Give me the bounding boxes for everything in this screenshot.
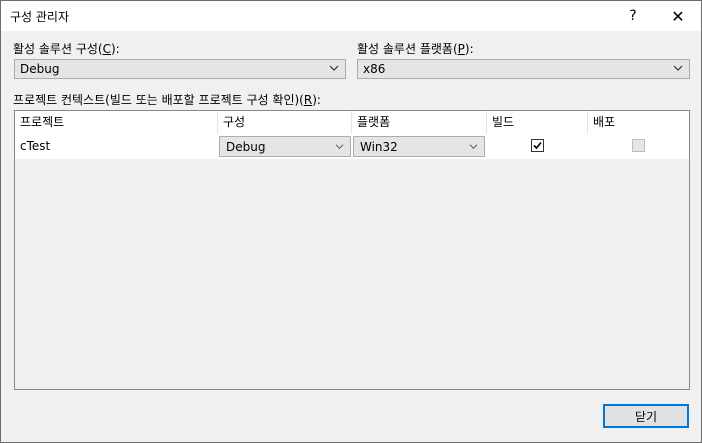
column-header-deploy[interactable]: 배포: [588, 111, 689, 134]
solution-platform-dropdown[interactable]: x86: [357, 59, 690, 79]
close-window-button[interactable]: ✕: [656, 1, 700, 31]
solution-platform-label: 활성 솔루션 플랫폼(P):: [357, 42, 474, 56]
row-platform-dropdown[interactable]: Win32: [353, 136, 485, 157]
close-button[interactable]: 닫기: [603, 404, 689, 428]
window-title: 구성 관리자: [10, 10, 70, 24]
help-icon: ?: [629, 8, 637, 24]
checkmark-icon: [533, 141, 542, 150]
chevron-down-icon: [469, 144, 478, 150]
deploy-checkbox[interactable]: [632, 139, 645, 152]
close-icon: ✕: [671, 6, 685, 26]
solution-config-dropdown[interactable]: Debug: [14, 59, 346, 79]
row-platform-value: Win32: [360, 140, 398, 154]
table-row[interactable]: cTest Debug Win32: [15, 134, 689, 160]
chevron-down-icon: [335, 144, 344, 150]
help-button[interactable]: ?: [611, 1, 655, 31]
row-configuration-value: Debug: [226, 140, 266, 154]
row-configuration-dropdown[interactable]: Debug: [219, 136, 351, 157]
project-name: cTest: [20, 139, 51, 153]
grid-header: 프로젝트 구성 플랫폼 빌드 배포: [15, 111, 689, 135]
solution-platform-value: x86: [363, 62, 386, 76]
chevron-down-icon: [329, 65, 339, 71]
solution-config-label: 활성 솔루션 구성(C):: [13, 42, 120, 56]
configuration-manager-dialog: 구성 관리자 ? ✕ 활성 솔루션 구성(C): Debug 활성 솔루션 플랫…: [0, 0, 702, 443]
title-bar: 구성 관리자 ? ✕: [1, 1, 701, 31]
column-header-project[interactable]: 프로젝트: [15, 111, 218, 134]
chevron-down-icon: [673, 65, 683, 71]
solution-config-value: Debug: [20, 62, 60, 76]
column-header-platform[interactable]: 플랫폼: [352, 111, 487, 134]
project-contexts-grid[interactable]: 프로젝트 구성 플랫폼 빌드 배포 cTest Debug Win32: [14, 110, 690, 390]
build-checkbox[interactable]: [531, 139, 544, 152]
project-contexts-label: 프로젝트 컨텍스트(빌드 또는 배포할 프로젝트 구성 확인)(R):: [13, 93, 321, 107]
column-header-configuration[interactable]: 구성: [218, 111, 352, 134]
column-header-build[interactable]: 빌드: [487, 111, 588, 134]
